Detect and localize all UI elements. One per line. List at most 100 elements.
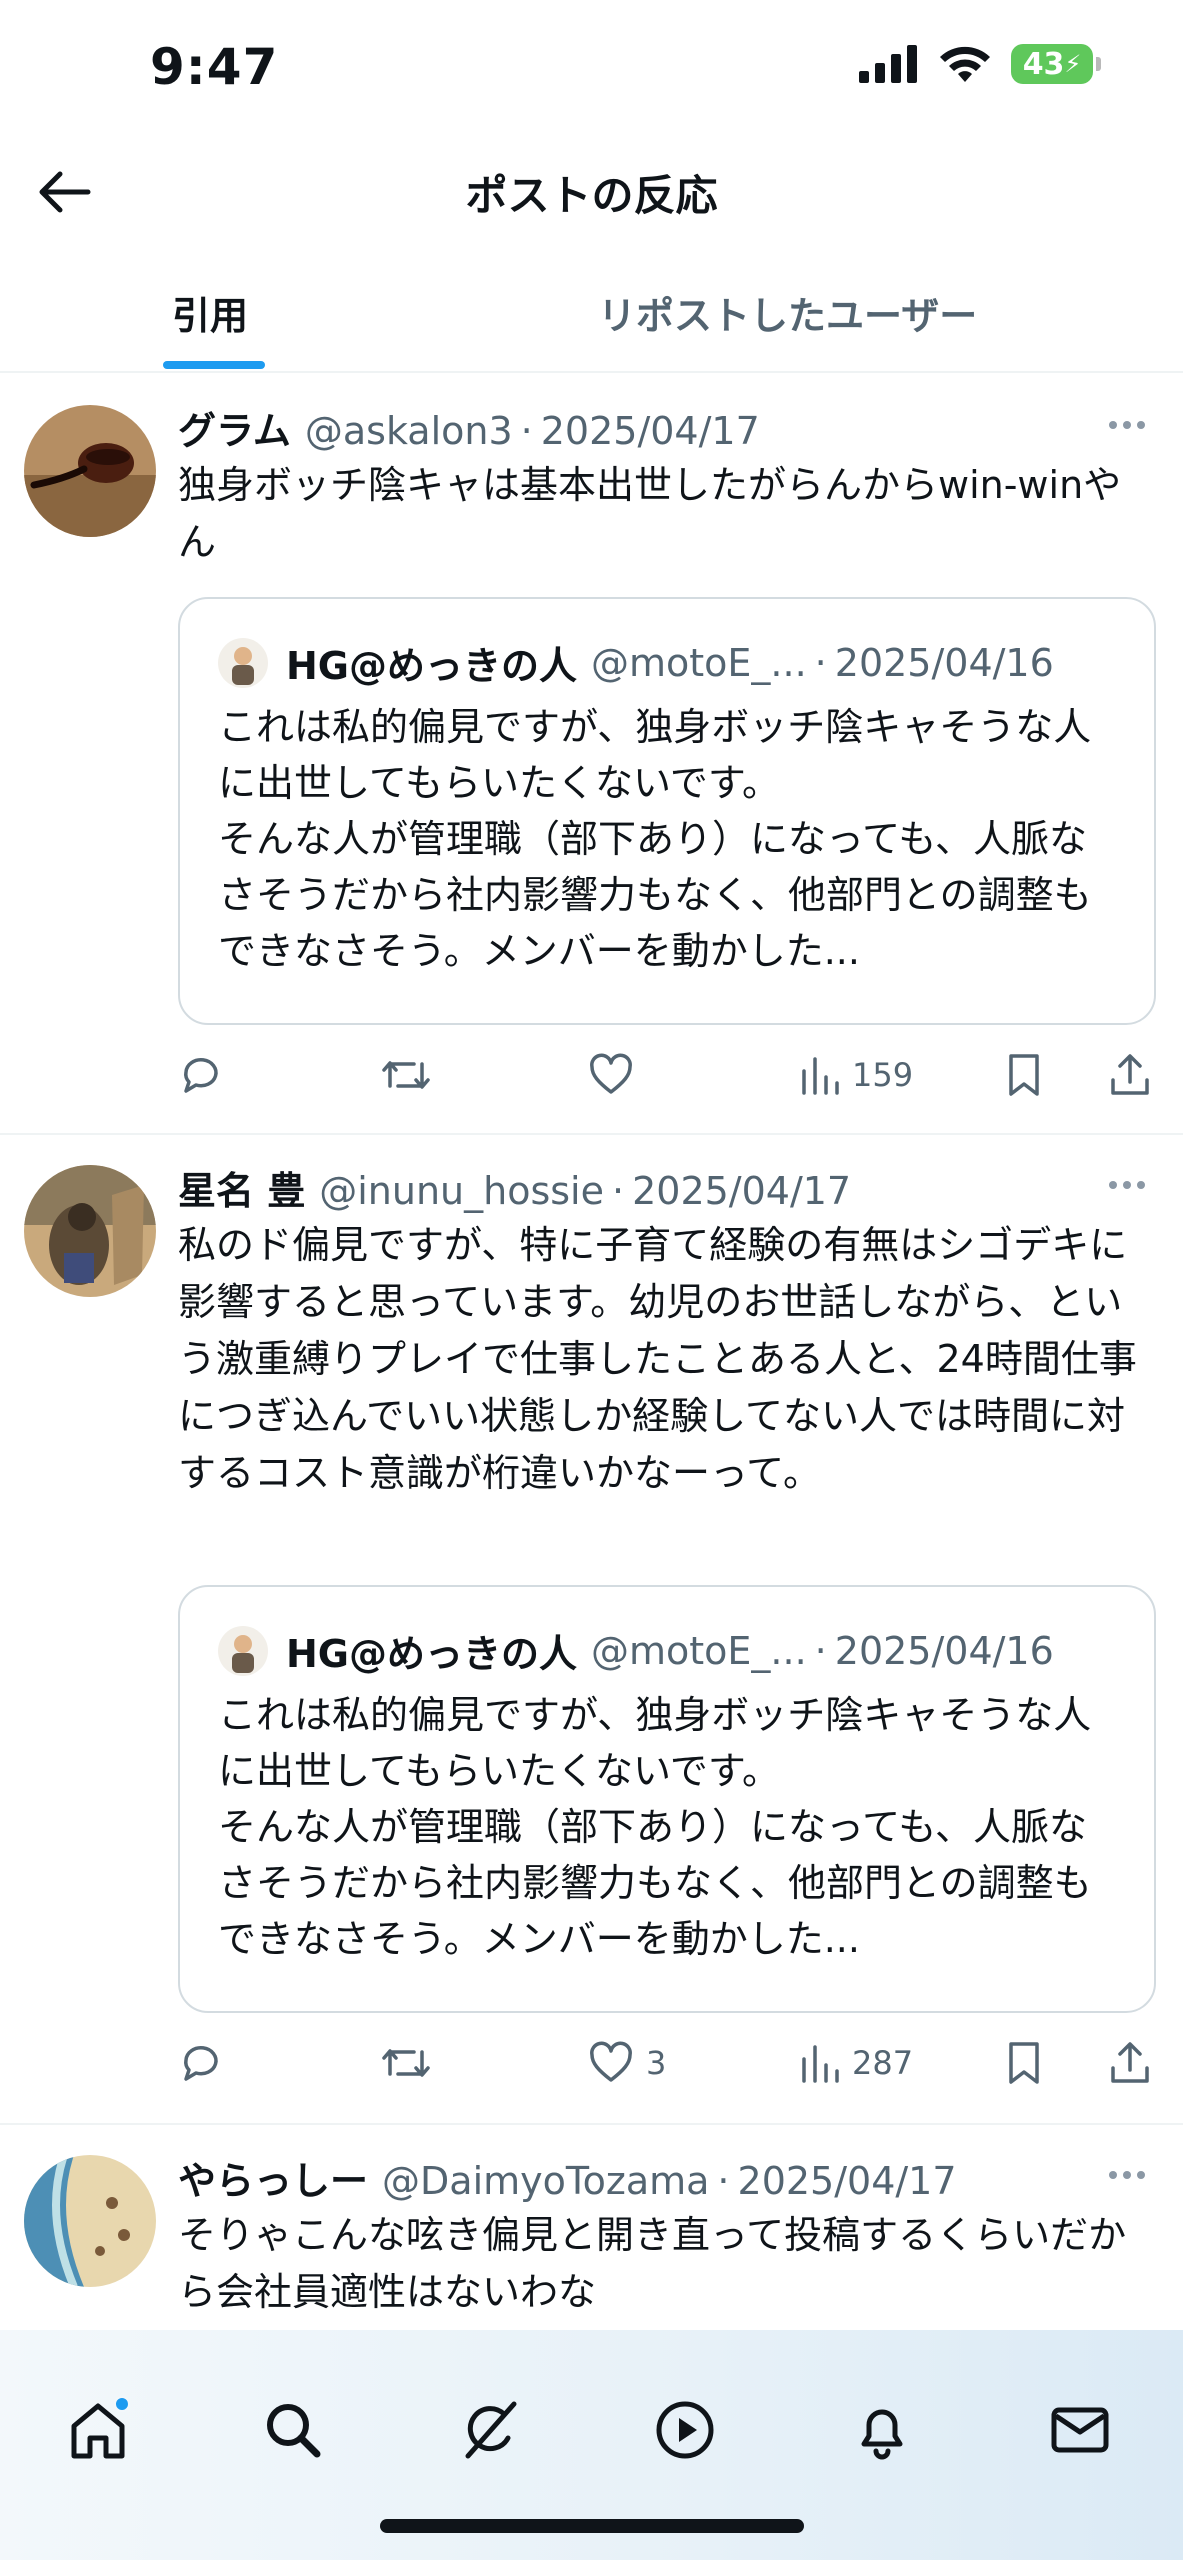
post[interactable]: やらっしー @DaimyoTozama · 2025/04/17 そりゃこんな呟…	[0, 2125, 1183, 2330]
post-date[interactable]: 2025/04/17	[632, 1169, 851, 1213]
heart-icon	[590, 2041, 632, 2082]
avatar[interactable]	[24, 2155, 156, 2287]
quoted-post-text: これは私的偏見ですが、独身ボッチ陰キャそうな人に出世してもらいたくないです。 そ…	[218, 705, 1092, 973]
notification-dot	[114, 2396, 130, 2412]
separator-dot: ·	[520, 409, 533, 453]
quoted-post-date: 2025/04/16	[834, 640, 1054, 685]
reply-icon	[184, 2046, 218, 2081]
battery-icon: 43 ⚡	[1011, 44, 1101, 84]
quoted-post-header: HG@めっきの人 @motoE_... · 2025/04/16	[218, 635, 1054, 690]
battery-level: 43	[1022, 46, 1065, 82]
nav-messages[interactable]	[1040, 2390, 1120, 2470]
post-actions: 159	[178, 1045, 1168, 1105]
author-handle[interactable]: @inunu_hossie	[319, 1169, 604, 1213]
quoted-author-handle: @motoE_...	[591, 640, 807, 685]
reply-button[interactable]	[178, 1045, 224, 1105]
tab-quotes[interactable]: 引用	[172, 285, 248, 340]
search-icon	[267, 2404, 321, 2458]
share-button[interactable]	[1108, 2033, 1152, 2093]
home-indicator[interactable]	[380, 2519, 804, 2533]
bookmark-icon	[1009, 2042, 1039, 2084]
avatar[interactable]	[24, 1165, 156, 1297]
quoted-author-name: HG@めっきの人	[286, 644, 577, 688]
share-icon	[1111, 2042, 1149, 2083]
wifi-icon	[940, 46, 990, 82]
bookmark-button[interactable]	[1004, 2033, 1044, 2093]
post[interactable]: グラム @askalon3 · 2025/04/17 独身ボッチ陰キャは基本出世…	[0, 375, 1183, 1135]
views-button[interactable]: 159	[798, 1045, 913, 1105]
author-name[interactable]: やらっしー	[178, 2150, 368, 2205]
more-icon	[1109, 421, 1117, 429]
nav-video[interactable]	[645, 2390, 725, 2470]
post-text: 独身ボッチ陰キャは基本出世したがらんからwin-winやん	[178, 463, 1122, 564]
separator-dot: ·	[814, 640, 827, 685]
post-text: そりゃこんな呟き偏見と開き直って投稿するくらいだから会社員適性はないわな	[178, 2213, 1127, 2314]
page-title: ポストの反応	[465, 171, 718, 220]
status-bar: 9:47 43 ⚡	[0, 0, 1183, 140]
reply-button[interactable]	[178, 2033, 224, 2093]
tab-bar: 引用 リポストしたユーザー	[0, 255, 1183, 373]
bookmark-button[interactable]	[1004, 1045, 1044, 1105]
quoted-author-handle: @motoE_...	[591, 1628, 807, 1673]
nav-notifications[interactable]	[842, 2390, 922, 2470]
view-count: 287	[852, 2044, 914, 2082]
author-handle[interactable]: @askalon3	[305, 409, 513, 453]
mail-icon	[1051, 2407, 1109, 2453]
tab-active-indicator	[163, 361, 265, 369]
quoted-post-text: これは私的偏見ですが、独身ボッチ陰キャそうな人に出世してもらいたくないです。 そ…	[218, 1693, 1092, 1961]
repost-button[interactable]	[380, 1045, 432, 1105]
heart-icon	[590, 1053, 632, 1094]
nav-home[interactable]	[58, 2390, 138, 2470]
quoted-avatar	[218, 637, 268, 688]
quoted-author-name: HG@めっきの人	[286, 1632, 577, 1676]
post-text: 私のド偏見ですが、特に子育て経験の有無はシゴデキに影響すると思っています。幼児の…	[178, 1223, 1137, 1495]
view-count: 159	[852, 1056, 914, 1094]
author-name[interactable]: グラム	[178, 400, 291, 455]
separator-dot: ·	[814, 1628, 827, 1673]
share-button[interactable]	[1108, 1045, 1152, 1105]
more-options-button[interactable]	[1099, 405, 1155, 445]
post-date[interactable]: 2025/04/17	[541, 409, 760, 453]
more-icon	[1109, 2171, 1117, 2179]
author-name[interactable]: 星名 豊	[178, 1160, 305, 1215]
repost-icon	[382, 2049, 430, 2077]
grok-icon	[465, 2401, 517, 2459]
author-handle[interactable]: @DaimyoTozama	[382, 2159, 709, 2203]
post-header: 星名 豊 @inunu_hossie · 2025/04/17	[178, 1160, 1183, 1215]
cellular-signal-icon	[859, 45, 917, 83]
status-time: 9:47	[150, 38, 279, 96]
quoted-avatar	[218, 1625, 268, 1676]
bell-icon	[861, 2409, 903, 2460]
nav-grok[interactable]	[450, 2390, 530, 2470]
tab-reposts[interactable]: リポストしたユーザー	[598, 285, 977, 340]
separator-dot: ·	[717, 2159, 730, 2203]
repost-button[interactable]	[380, 2033, 432, 2093]
reply-icon	[184, 1058, 218, 1093]
like-button[interactable]	[588, 1045, 646, 1105]
post-header: やらっしー @DaimyoTozama · 2025/04/17	[178, 2150, 1183, 2205]
quoted-post-header: HG@めっきの人 @motoE_... · 2025/04/16	[218, 1623, 1054, 1678]
video-icon	[656, 2401, 714, 2459]
quoted-post[interactable]: HG@めっきの人 @motoE_... · 2025/04/16 これは私的偏見…	[178, 597, 1156, 1025]
post-date[interactable]: 2025/04/17	[738, 2159, 957, 2203]
separator-dot: ·	[612, 1169, 625, 1213]
quoted-post[interactable]: HG@めっきの人 @motoE_... · 2025/04/16 これは私的偏見…	[178, 1585, 1156, 2013]
views-chart-icon	[802, 2045, 839, 2083]
post[interactable]: 星名 豊 @inunu_hossie · 2025/04/17 私のド偏見ですが…	[0, 1135, 1183, 2125]
repost-icon	[382, 1061, 430, 1089]
more-icon	[1109, 1181, 1117, 1189]
quoted-post-date: 2025/04/16	[834, 1628, 1054, 1673]
nav-search[interactable]	[253, 2390, 333, 2470]
more-options-button[interactable]	[1099, 2155, 1155, 2195]
like-button[interactable]: 3	[588, 2033, 666, 2093]
post-actions: 3 287	[178, 2033, 1168, 2093]
views-button[interactable]: 287	[798, 2033, 913, 2093]
like-count: 3	[646, 2044, 667, 2082]
header: ポストの反応	[0, 140, 1183, 240]
share-icon	[1111, 1054, 1149, 1095]
status-icons: 43 ⚡	[859, 44, 1101, 84]
more-options-button[interactable]	[1099, 1165, 1155, 1205]
avatar[interactable]	[24, 405, 156, 537]
views-chart-icon	[802, 1057, 839, 1095]
post-header: グラム @askalon3 · 2025/04/17	[178, 400, 1183, 455]
